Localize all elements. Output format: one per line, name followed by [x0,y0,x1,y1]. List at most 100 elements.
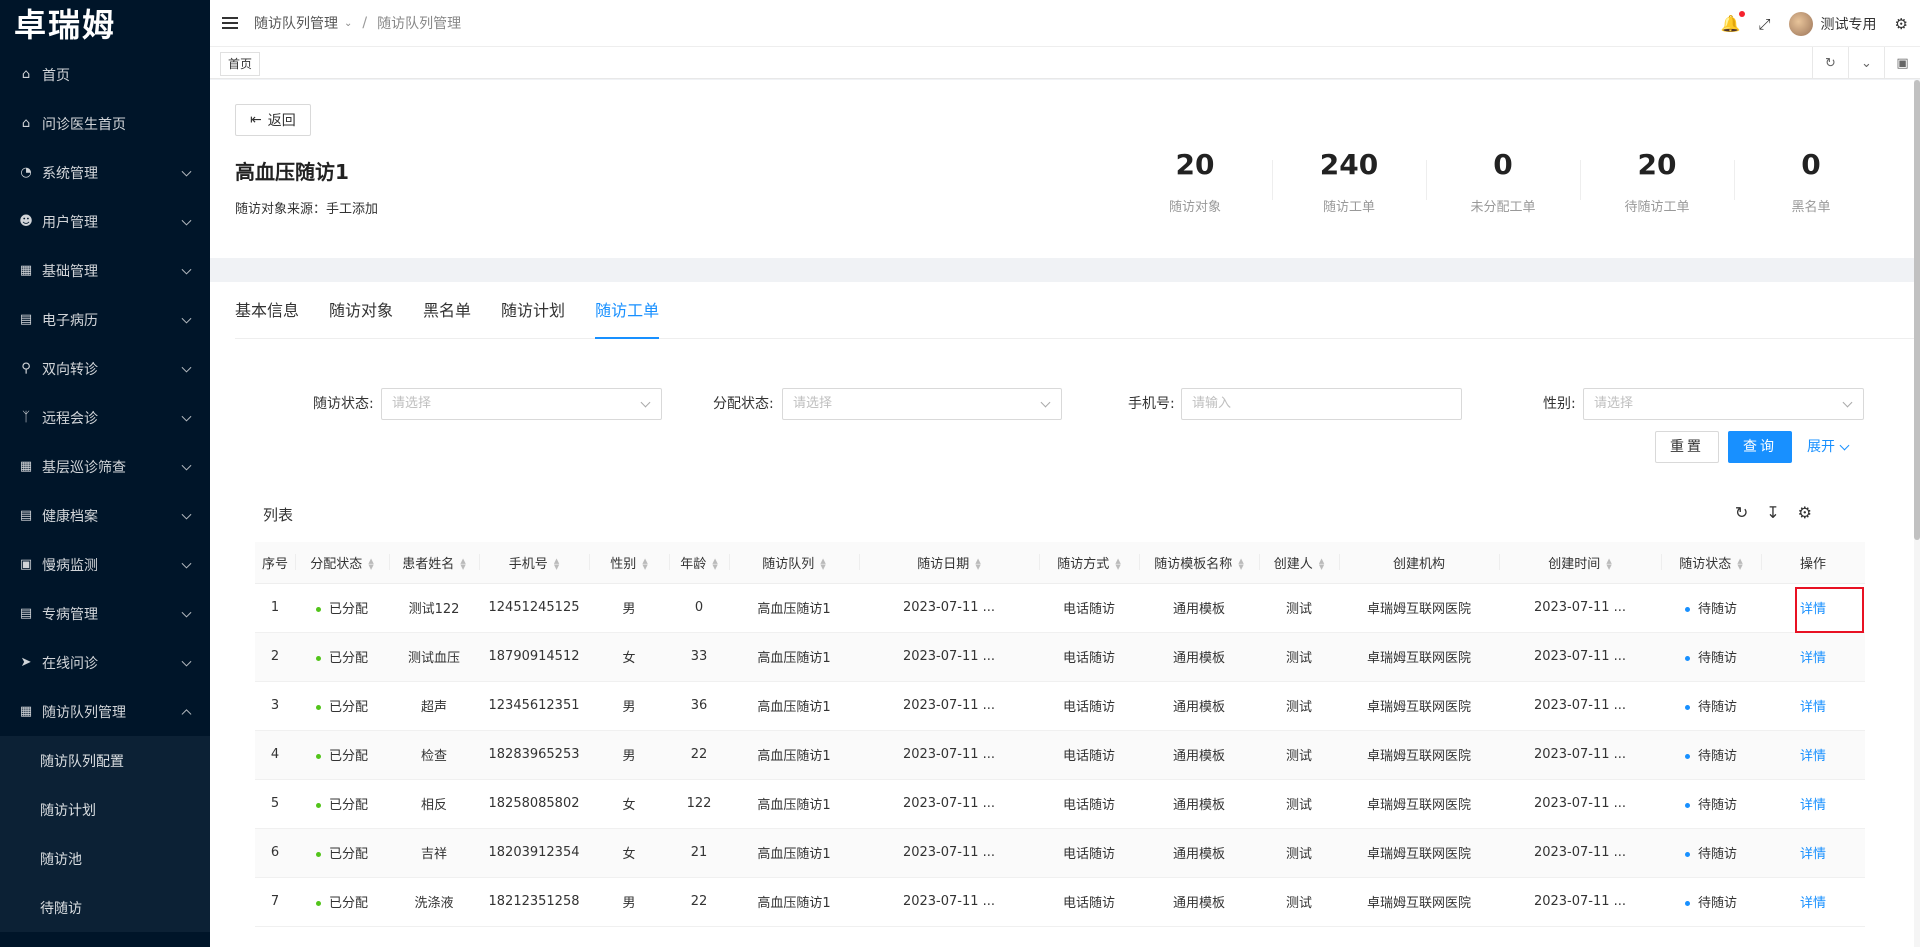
follow-status: 待随访 [1697,749,1737,764]
sort-icon[interactable]: ▲ ▼ [712,558,717,571]
detail-link[interactable]: 详情 [1800,847,1826,862]
column-header[interactable]: 患者姓名 ▲ ▼ [389,542,479,584]
scrollbar[interactable] [1914,80,1920,947]
sort-icon[interactable]: ▲ ▼ [460,558,465,571]
menu-toggle-icon[interactable] [222,17,238,29]
table-row: 2 已分配 测试血压 18790914512 女 33 高血压随访1 2023-07-11 .… [255,632,1865,682]
detail-link[interactable]: 详情 [1800,749,1826,764]
expand-button[interactable]: 展开 [1807,431,1850,463]
tab-3[interactable]: 随访计划 [501,282,565,338]
sidebar-item-5[interactable]: ▤ 电子病历 [0,295,210,344]
gender-select[interactable]: 请选择 [1583,388,1864,420]
sidebar-item-6[interactable]: ⚲ 双向转诊 [0,344,210,393]
bell-icon[interactable]: 🔔 [1721,11,1745,33]
detail-link[interactable]: 详情 [1800,651,1826,666]
column-header[interactable]: 随访方式 ▲ ▼ [1039,542,1139,584]
refresh-icon[interactable]: ↻ [1735,503,1748,522]
column-height-icon[interactable]: ↧ [1766,503,1779,522]
column-header-label: 随访模板名称 [1154,556,1233,572]
stat-label: 黑名单 [1791,200,1831,215]
maximize-icon[interactable]: ▣ [1884,47,1920,79]
follow-status-select[interactable]: 请选择 [381,388,662,420]
sidebar-subitem-0[interactable]: 随访队列配置 [0,736,210,785]
cell-gender: 女 [589,828,669,878]
assign-status-placeholder: 请选择 [793,396,833,411]
sidebar-item-13[interactable]: ▦ 随访队列管理 [0,687,210,736]
column-header[interactable]: 随访队列 ▲ ▼ [729,542,859,584]
chevron-down-icon [181,460,192,471]
column-header-label: 随访日期 [917,556,970,572]
column-header[interactable]: 手机号 ▲ ▼ [479,542,589,584]
stat-label: 待随访工单 [1624,200,1690,215]
sidebar-item-8[interactable]: ▦ 基层巡诊筛查 [0,442,210,491]
chevron-down-icon[interactable]: ⌄ [1848,47,1884,79]
sidebar-item-0[interactable]: ⌂ 首页 [0,50,210,99]
tab-0[interactable]: 基本信息 [235,282,299,338]
detail-link[interactable]: 详情 [1800,798,1826,813]
sort-icon[interactable]: ▲ ▼ [820,558,825,571]
sidebar-item-1[interactable]: ⌂ 问诊医生首页 [0,99,210,148]
sort-icon[interactable]: ▲ ▼ [642,558,647,571]
sidebar-item-3[interactable]: ☻ 用户管理 [0,197,210,246]
sidebar-item-4[interactable]: ▦ 基础管理 [0,246,210,295]
query-button[interactable]: 查询 [1728,431,1792,463]
detail-link[interactable]: 详情 [1800,700,1826,715]
sort-icon[interactable]: ▲ ▼ [975,558,980,571]
sidebar-item-9[interactable]: ▤ 健康档案 [0,491,210,540]
sort-icon[interactable]: ▲ ▼ [1606,558,1611,571]
back-button[interactable]: ⇤ 返回 [235,104,311,136]
page-tab-home[interactable]: 首页 [220,52,261,76]
assign-status-select[interactable]: 请选择 [782,388,1062,420]
sidebar-item-10[interactable]: ▣ 慢病监测 [0,540,210,589]
detail-link[interactable]: 详情 [1800,896,1826,911]
sidebar-subitem-1[interactable]: 随访计划 [0,785,210,834]
cell-status: 待随访 [1661,632,1761,682]
sidebar-item-2[interactable]: ◔ 系统管理 [0,148,210,197]
assign-status: 已分配 [328,847,368,862]
chevron-down-icon[interactable]: ⌄ [344,18,352,29]
sidebar-subitem-2[interactable]: 随访池 [0,834,210,883]
cell-creator: 测试 [1259,730,1339,780]
cell-method: 电话随访 [1039,583,1139,633]
column-header[interactable]: 随访模板名称 ▲ ▼ [1139,542,1259,584]
breadcrumb-separator: / [362,15,368,31]
breadcrumb-parent[interactable]: 随访队列管理 [254,13,338,33]
tab-4[interactable]: 随访工单 [595,282,660,339]
user-menu[interactable]: 测试专用 [1788,11,1877,36]
scrollbar-thumb[interactable] [1914,80,1920,540]
sidebar-item-11[interactable]: ▤ 专病管理 [0,589,210,638]
cell-assign: 已分配 [295,632,389,682]
column-header[interactable]: 随访日期 ▲ ▼ [859,542,1039,584]
phone-input[interactable]: 请输入 [1181,388,1462,420]
table-header-row: 序号 分配状态 ▲ ▼ 患者姓名 ▲ ▼ 手机号 ▲ ▼ 性别 ▲ ▼ 年龄 ▲ ▼ 随访队列 ▲ ▼ 随访日期 ▲ ▼ 随… [255,542,1865,584]
gear-icon[interactable]: ⚙ [1895,15,1908,33]
sidebar-item-12[interactable]: ➤ 在线问诊 [0,638,210,687]
column-header[interactable]: 随访状态 ▲ ▼ [1661,542,1761,584]
sort-icon[interactable]: ▲ ▼ [554,558,559,571]
reset-button[interactable]: 重置 [1655,431,1719,463]
tab-2[interactable]: 黑名单 [423,282,471,338]
table-row: 1 已分配 测试122 12451245125 男 0 高血压随访1 2023-07-11 .… [255,583,1865,633]
refresh-icon[interactable]: ↻ [1812,47,1848,79]
fullscreen-icon[interactable]: ⤢ [1759,15,1771,33]
column-header[interactable]: 年龄 ▲ ▼ [669,542,729,584]
cell-gender: 男 [589,877,669,927]
detail-link[interactable]: 详情 [1800,602,1826,617]
column-header[interactable]: 分配状态 ▲ ▼ [295,542,389,584]
settings-icon[interactable]: ⚙ [1798,503,1812,522]
sort-icon[interactable]: ▲ ▼ [1319,558,1324,571]
chevron-down-icon [181,509,192,520]
tab-1[interactable]: 随访对象 [329,282,393,338]
sidebar-item-label: 系统管理 [42,165,98,182]
phone-label: 手机号: [1128,396,1175,412]
sort-icon[interactable]: ▲ ▼ [1737,558,1742,571]
sort-icon[interactable]: ▲ ▼ [1115,558,1120,571]
column-header[interactable]: 性别 ▲ ▼ [589,542,669,584]
sidebar-item-7[interactable]: ᛉ 远程会诊 [0,393,210,442]
cell-age: 22 [669,877,729,927]
column-header[interactable]: 创建时间 ▲ ▼ [1499,542,1661,584]
sort-icon[interactable]: ▲ ▼ [368,558,373,571]
column-header[interactable]: 创建人 ▲ ▼ [1259,542,1339,584]
sidebar-subitem-3[interactable]: 待随访 [0,883,210,932]
sort-icon[interactable]: ▲ ▼ [1238,558,1243,571]
